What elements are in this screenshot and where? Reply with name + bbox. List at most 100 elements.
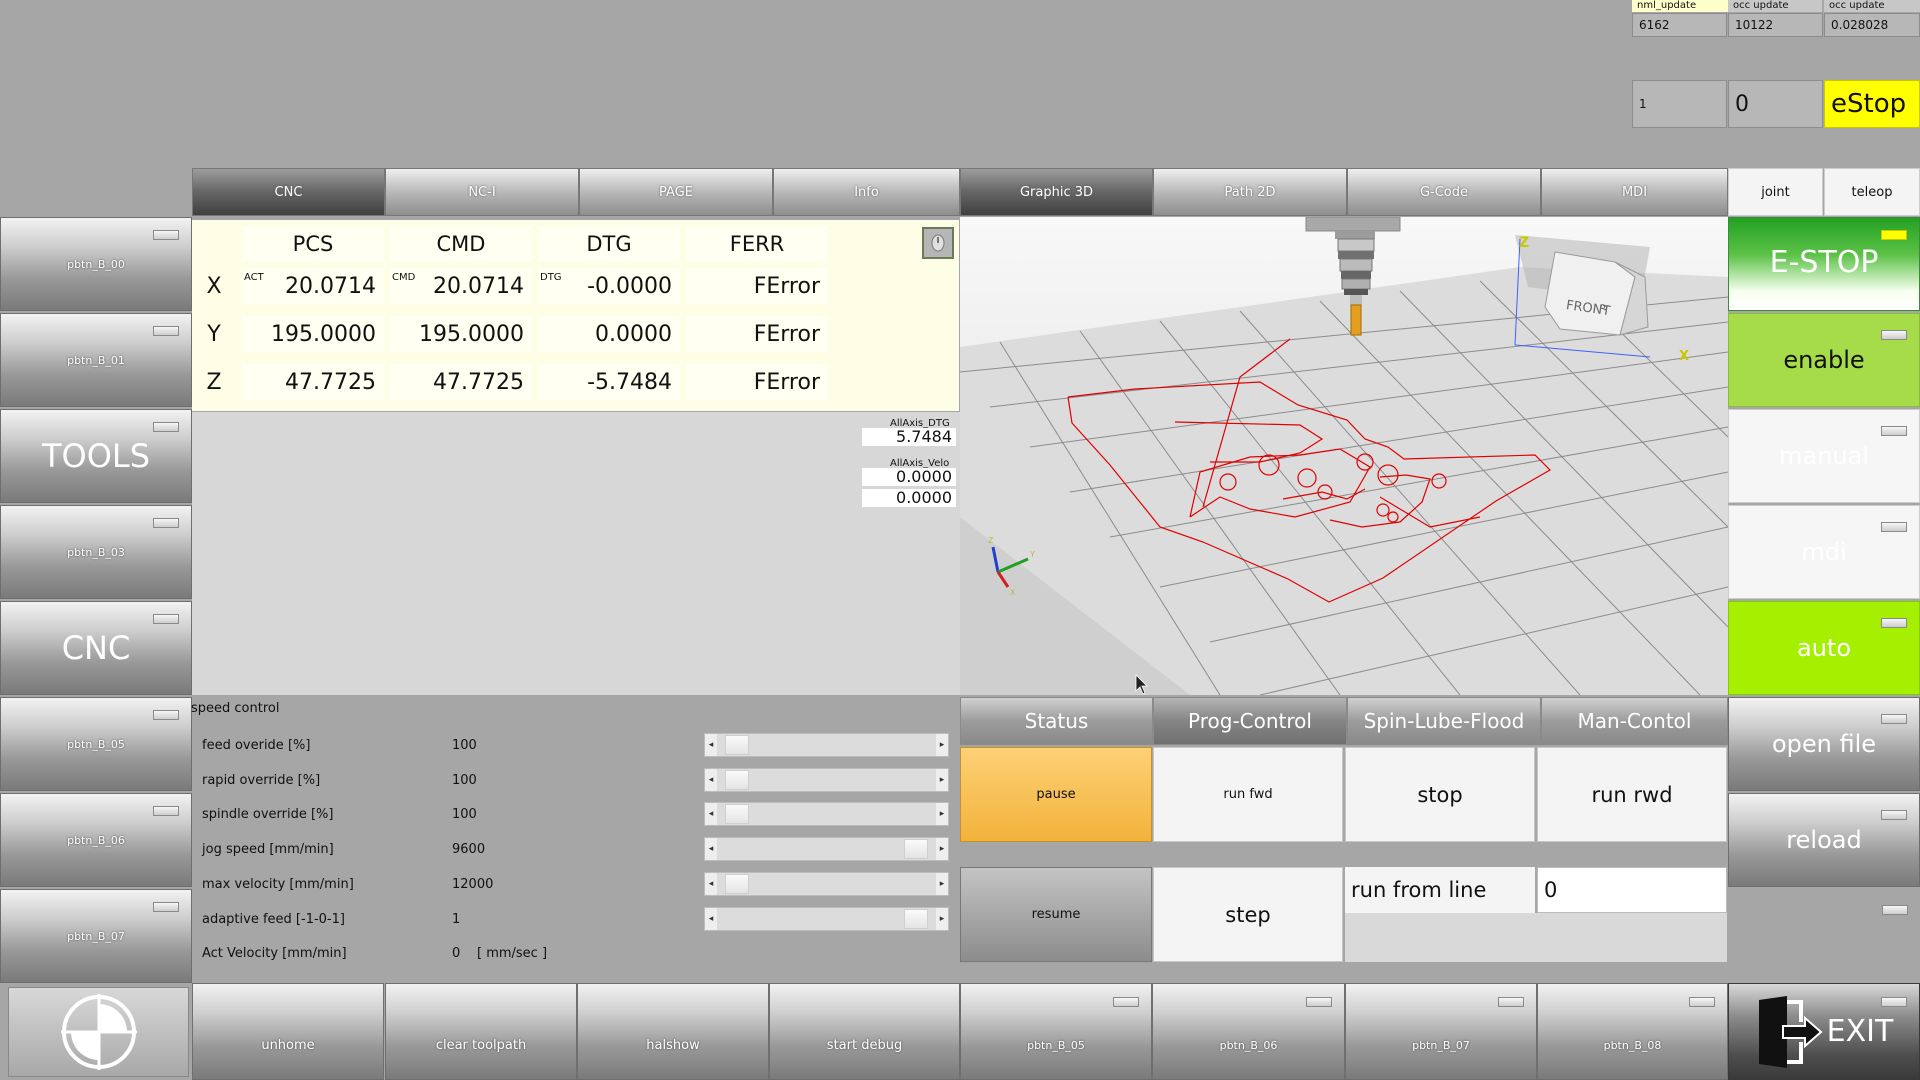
slider-left-arrow-icon[interactable]: ◂ — [705, 873, 717, 895]
graphic-3d-viewport[interactable]: FRONT R Z X Z Y X — [960, 217, 1728, 695]
resume-button[interactable]: resume — [960, 867, 1152, 962]
e-stop-button[interactable]: E-STOP — [1728, 217, 1920, 311]
left-button-label: pbtn_B_03 — [67, 545, 125, 559]
left-button-b00[interactable]: pbtn_B_00 — [0, 217, 192, 311]
occ-update-time-header: occ update — [1824, 0, 1920, 12]
run-rwd-button[interactable]: run rwd — [1537, 747, 1727, 842]
dro-tag-act: ACT — [244, 272, 264, 283]
slider-right-arrow-icon[interactable]: ▸ — [936, 769, 948, 791]
adaptive-feed-slider[interactable]: ◂ ▸ — [704, 907, 949, 931]
nml-update-value: 6162 — [1632, 13, 1727, 37]
svg-text:Z: Z — [988, 536, 994, 545]
dro-z-pcs: 47.7725 — [242, 364, 384, 400]
spindle-override-slider[interactable]: ◂ ▸ — [704, 802, 949, 826]
reload-button[interactable]: reload — [1728, 793, 1920, 887]
left-button-b01[interactable]: pbtn_B_01 — [0, 313, 192, 407]
right-empty-slot — [1728, 889, 1920, 983]
act-velocity-label: Act Velocity [mm/min] — [202, 946, 347, 961]
dro-lock-icon[interactable] — [922, 227, 954, 259]
occ-update-header: occ update — [1728, 0, 1822, 12]
adaptive-feed-value: 1 — [452, 912, 461, 927]
slider-right-arrow-icon[interactable]: ▸ — [936, 908, 948, 930]
tab-prog-control[interactable]: Prog-Control — [1153, 697, 1347, 745]
unhome-button[interactable]: unhome — [192, 983, 384, 1080]
bottom-button-b08[interactable]: pbtn_B_08 — [1537, 983, 1728, 1080]
tab-path-2d[interactable]: Path 2D — [1153, 168, 1347, 216]
button-led — [153, 518, 179, 528]
slider-left-arrow-icon[interactable]: ◂ — [705, 803, 717, 825]
mode-tab-teleop[interactable]: teleop — [1824, 168, 1920, 216]
act-velocity-unit: [ mm/sec ] — [477, 946, 548, 961]
rapid-override-slider[interactable]: ◂ ▸ — [704, 768, 949, 792]
slider-right-arrow-icon[interactable]: ▸ — [936, 873, 948, 895]
button-led — [1306, 997, 1332, 1007]
dro-z-cmd: 47.7725 — [390, 364, 532, 400]
enable-button[interactable]: enable — [1728, 313, 1920, 407]
tab-spin-lube-flood[interactable]: Spin-Lube-Flood — [1347, 697, 1541, 745]
tab-cnc[interactable]: CNC — [192, 168, 385, 216]
open-file-button[interactable]: open file — [1728, 697, 1920, 791]
tab-mdi[interactable]: MDI — [1541, 168, 1728, 216]
mode-tab-joint[interactable]: joint — [1728, 168, 1823, 216]
slider-right-arrow-icon[interactable]: ▸ — [936, 803, 948, 825]
dro-y-ferr: FError — [686, 316, 828, 352]
slider-thumb[interactable] — [904, 909, 929, 929]
run-fwd-button[interactable]: run fwd — [1153, 747, 1343, 842]
slider-thumb[interactable] — [724, 874, 749, 894]
dro-x-ferr: FError — [686, 268, 828, 304]
dro-y-cmd: 195.0000 — [390, 316, 532, 352]
slider-left-arrow-icon[interactable]: ◂ — [705, 734, 717, 756]
slider-left-arrow-icon[interactable]: ◂ — [705, 838, 717, 860]
slider-left-arrow-icon[interactable]: ◂ — [705, 769, 717, 791]
stop-button[interactable]: stop — [1345, 747, 1535, 842]
tab-nc-i[interactable]: NC-I — [385, 168, 579, 216]
manual-button[interactable]: manual — [1728, 409, 1920, 503]
run-from-line-input[interactable]: 0 — [1537, 867, 1727, 913]
slider-thumb[interactable] — [724, 804, 749, 824]
left-button-b05[interactable]: pbtn_B_05 — [0, 697, 192, 791]
step-button[interactable]: step — [1153, 867, 1343, 962]
bottom-button-label: pbtn_B_08 — [1603, 1039, 1662, 1052]
bottom-button-label: halshow — [646, 1038, 700, 1053]
bottom-button-b07[interactable]: pbtn_B_07 — [1345, 983, 1537, 1080]
tab-graphic-3d[interactable]: Graphic 3D — [960, 168, 1153, 216]
reload-label: reload — [1786, 826, 1862, 854]
bottom-button-b05[interactable]: pbtn_B_05 — [960, 983, 1152, 1080]
halshow-button[interactable]: halshow — [577, 983, 769, 1080]
tools-button[interactable]: TOOLS — [0, 409, 192, 503]
left-button-b03[interactable]: pbtn_B_03 — [0, 505, 192, 599]
slider-right-arrow-icon[interactable]: ▸ — [936, 734, 948, 756]
nml-update-header: nml_update — [1632, 0, 1728, 12]
slider-left-arrow-icon[interactable]: ◂ — [705, 908, 717, 930]
occ-update-time-value: 0.028028 — [1824, 13, 1920, 37]
auto-button[interactable]: auto — [1728, 601, 1920, 695]
status-field-a: 1 — [1632, 80, 1727, 128]
bottom-button-label: pbtn_B_05 — [1027, 1039, 1085, 1052]
tab-g-code[interactable]: G-Code — [1347, 168, 1541, 216]
slider-thumb[interactable] — [724, 770, 749, 790]
tab-info[interactable]: Info — [773, 168, 960, 216]
tab-status[interactable]: Status — [960, 697, 1153, 745]
feed-override-slider[interactable]: ◂ ▸ — [704, 733, 949, 757]
clear-toolpath-button[interactable]: clear toolpath — [385, 983, 577, 1080]
mdi-button[interactable]: mdi — [1728, 505, 1920, 599]
left-button-b07[interactable]: pbtn_B_07 — [0, 889, 192, 983]
cnc-button[interactable]: CNC — [0, 601, 192, 695]
left-button-b06[interactable]: pbtn_B_06 — [0, 793, 192, 887]
pause-button[interactable]: pause — [960, 747, 1152, 842]
start-debug-button[interactable]: start debug — [769, 983, 960, 1080]
home-logo-button[interactable] — [8, 987, 189, 1077]
graphic-3d-canvas: FRONT R Z X Z Y X — [960, 217, 1728, 695]
tab-page[interactable]: PAGE — [579, 168, 773, 216]
open-file-label: open file — [1771, 730, 1877, 758]
jog-speed-slider[interactable]: ◂ ▸ — [704, 837, 949, 861]
slider-right-arrow-icon[interactable]: ▸ — [936, 838, 948, 860]
slider-thumb[interactable] — [904, 839, 929, 859]
bottom-button-b06[interactable]: pbtn_B_06 — [1152, 983, 1345, 1080]
dro-axis-y: Y — [207, 321, 221, 347]
tab-man-contol[interactable]: Man-Contol — [1541, 697, 1728, 745]
exit-button[interactable]: EXIT — [1728, 983, 1920, 1080]
slider-thumb[interactable] — [724, 735, 749, 755]
button-led — [1881, 810, 1907, 820]
max-velocity-slider[interactable]: ◂ ▸ — [704, 872, 949, 896]
